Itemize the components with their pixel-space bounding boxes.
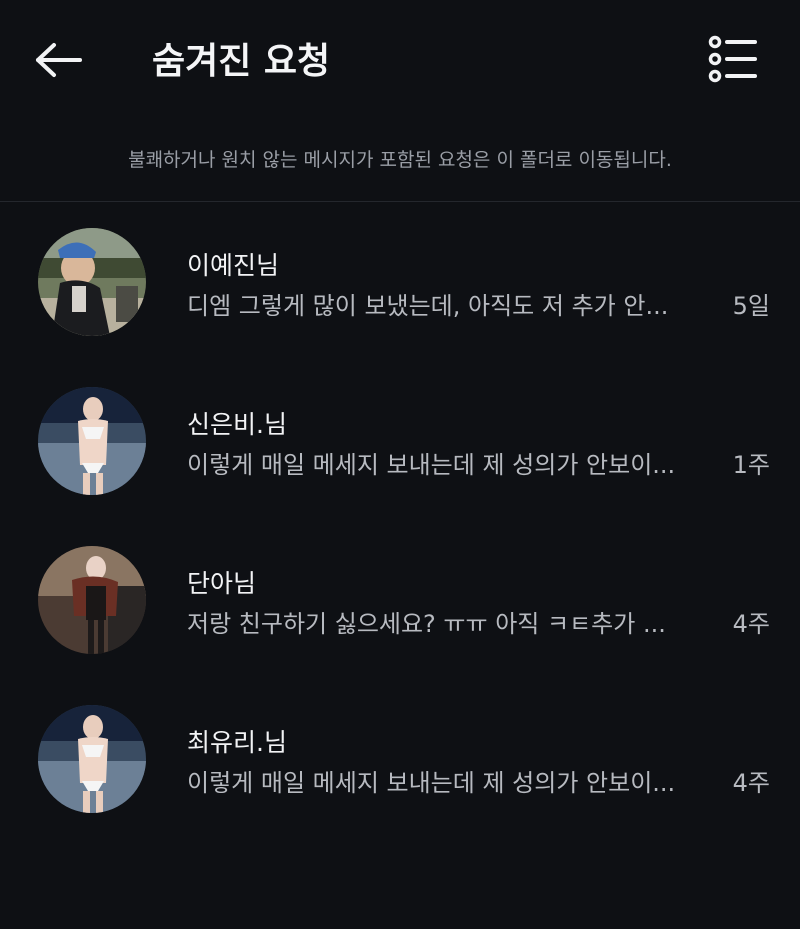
request-row[interactable]: 단아님 저랑 친구하기 싫으세요? ㅠㅠ 아직 ㅋㅌ추가 ... 4주 bbox=[0, 540, 800, 699]
sender-name: 최유리.님 bbox=[187, 728, 287, 757]
message-preview: 이렇게 매일 메세지 보내는데 제 성의가 안보이... bbox=[187, 451, 676, 479]
timestamp: 4주 bbox=[732, 769, 770, 797]
page-title: 숨겨진 요청 bbox=[152, 41, 331, 82]
sender-name: 이예진님 bbox=[187, 251, 280, 280]
message-preview: 이렇게 매일 메세지 보내는데 제 성의가 안보이... bbox=[187, 769, 676, 797]
divider bbox=[0, 201, 800, 202]
sender-name: 단아님 bbox=[187, 569, 257, 598]
request-row[interactable]: 이예진님 디엠 그렇게 많이 보냈는데, 아직도 저 추가 안... 5일 bbox=[0, 222, 800, 381]
timestamp: 5일 bbox=[732, 292, 770, 320]
filter-list-icon bbox=[708, 35, 757, 83]
timestamp: 1주 bbox=[732, 451, 770, 479]
message-preview: 저랑 친구하기 싫으세요? ㅠㅠ 아직 ㅋㅌ추가 ... bbox=[187, 610, 666, 638]
hidden-requests-notice: 불쾌하거나 원치 않는 메시지가 포함된 요청은 이 폴더로 이동됩니다. bbox=[128, 149, 672, 171]
request-row[interactable]: 신은비.님 이렇게 매일 메세지 보내는데 제 성의가 안보이... 1주 bbox=[0, 381, 800, 540]
back-button[interactable] bbox=[30, 38, 86, 82]
avatar bbox=[38, 705, 146, 813]
timestamp: 4주 bbox=[732, 610, 770, 638]
top-app-bar: 숨겨진 요청 bbox=[0, 0, 800, 120]
avatar bbox=[38, 387, 146, 495]
request-list: 이예진님 디엠 그렇게 많이 보냈는데, 아직도 저 추가 안... 5일 신은… bbox=[0, 222, 800, 858]
arrow-left-icon bbox=[36, 43, 82, 77]
filter-button[interactable] bbox=[704, 34, 760, 84]
sender-name: 신은비.님 bbox=[187, 410, 287, 439]
request-row[interactable]: 최유리.님 이렇게 매일 메세지 보내는데 제 성의가 안보이... 4주 bbox=[0, 699, 800, 858]
avatar bbox=[38, 546, 146, 654]
message-preview: 디엠 그렇게 많이 보냈는데, 아직도 저 추가 안... bbox=[187, 292, 669, 320]
avatar bbox=[38, 228, 146, 336]
